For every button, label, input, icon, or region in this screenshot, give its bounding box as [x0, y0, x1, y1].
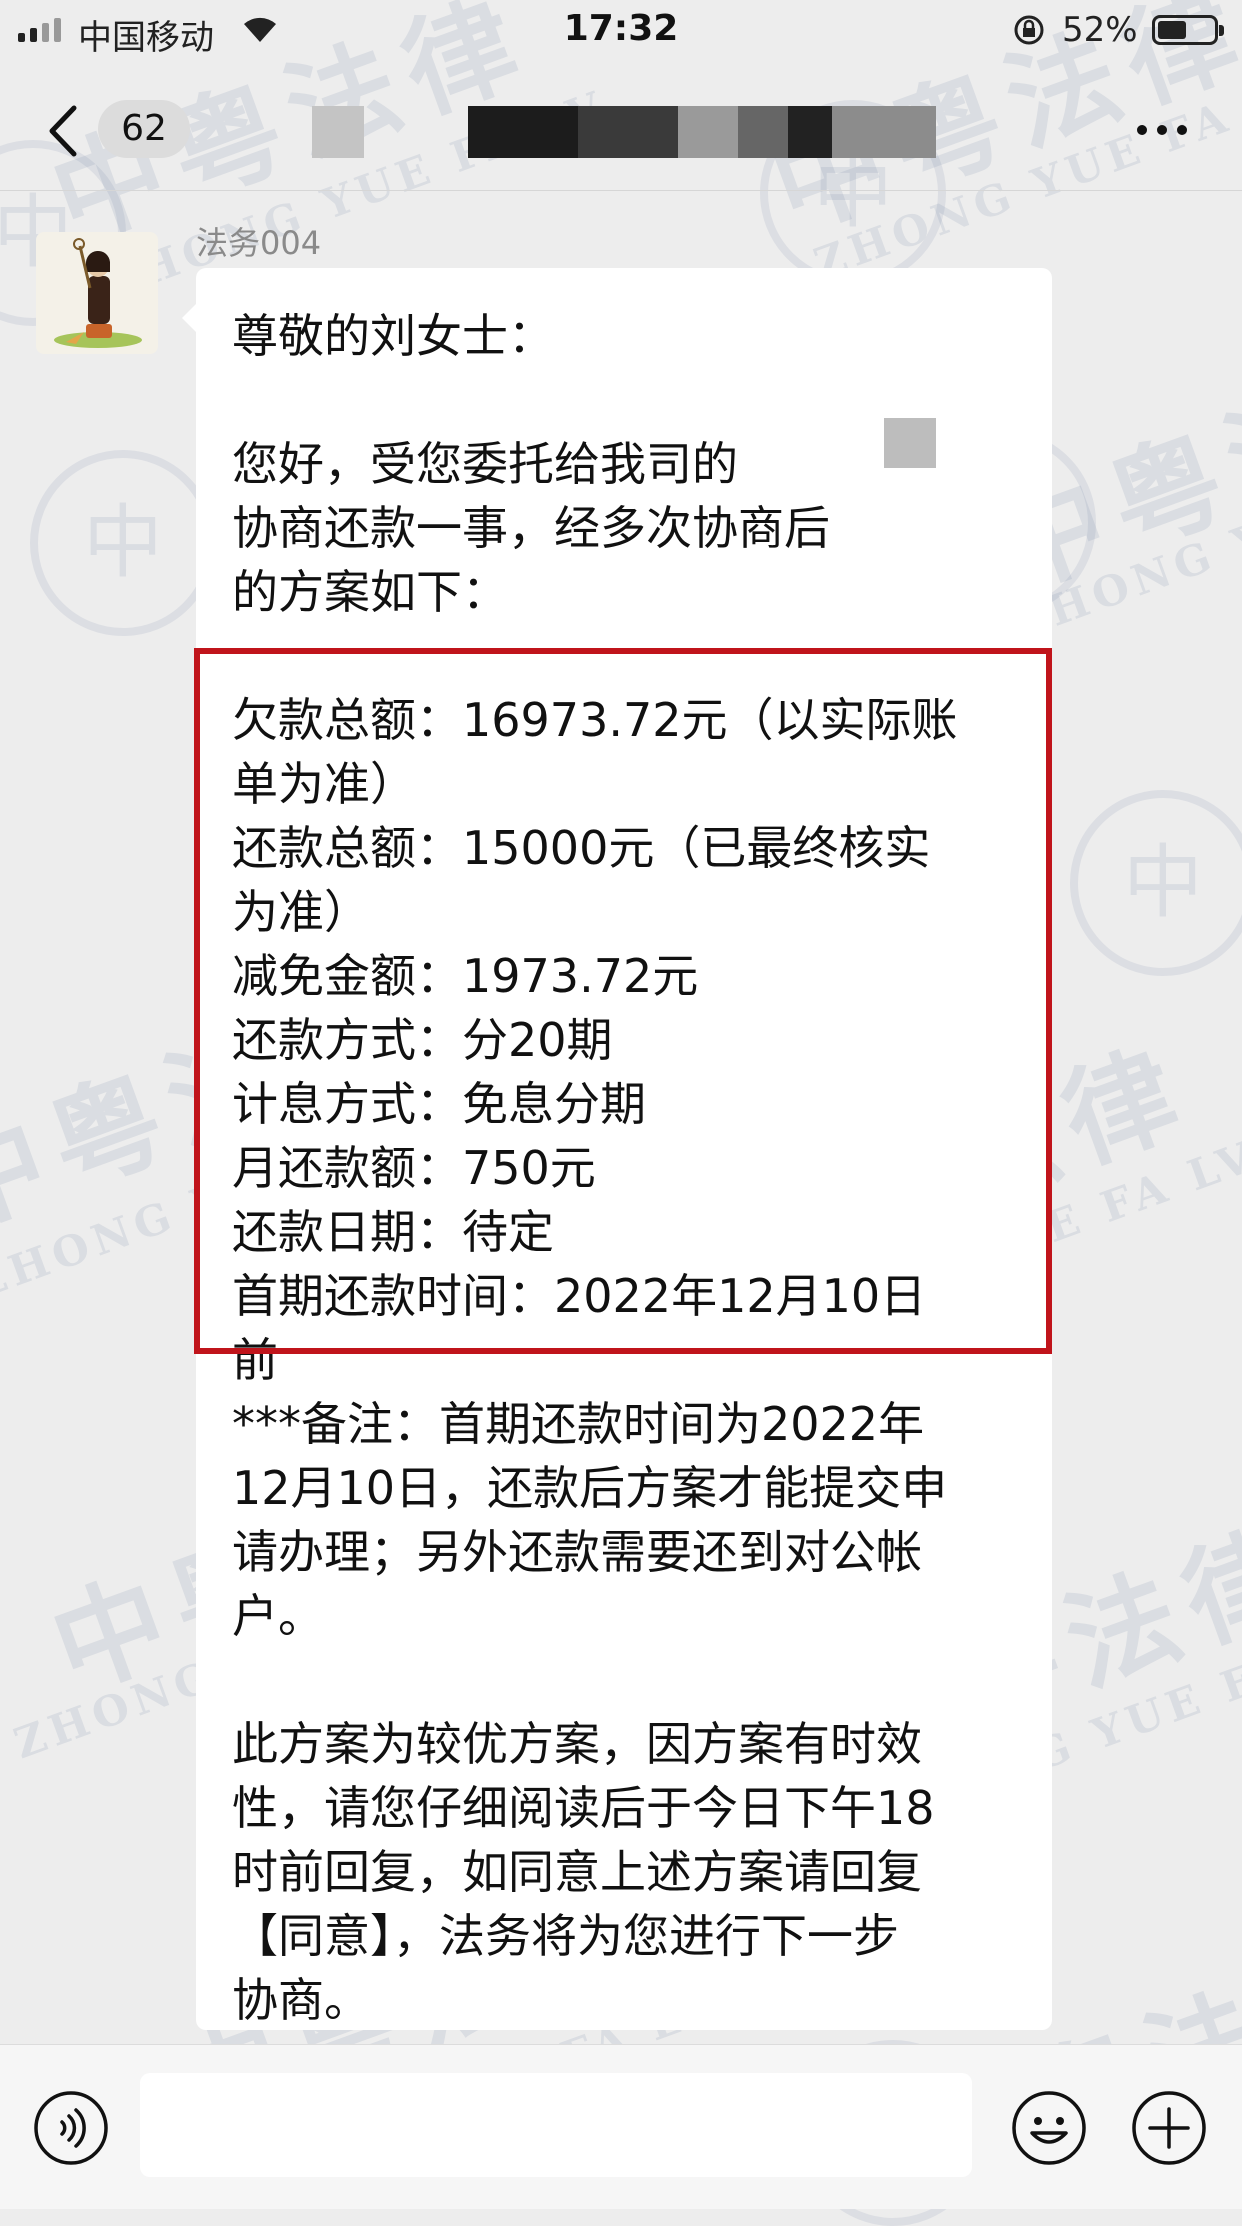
message-line: 您好，受您委托给我司的	[232, 437, 738, 491]
message-line: 还款总额：15000元（已最终核实	[232, 821, 931, 875]
message-line: 还款方式：分20期	[232, 1013, 613, 1067]
message-line: 前	[232, 1333, 278, 1387]
message-line: 欠款总额：16973.72元（以实际账	[232, 693, 958, 747]
message-line: 首期还款时间：2022年12月10日	[232, 1269, 927, 1323]
message-line: 为准）	[232, 885, 370, 939]
battery-percent: 52%	[1062, 10, 1138, 50]
plus-icon[interactable]	[1130, 2089, 1208, 2167]
message-bubble[interactable]: 尊敬的刘女士： 您好，受您委托给我司的 协商还款一事，经多次协商后 的方案如下： 欠款…	[182, 268, 1052, 2030]
chat-header: 62	[0, 62, 1242, 191]
message-line: 的方案如下：	[232, 565, 508, 619]
watermark-seal	[30, 450, 216, 636]
message-line: 时前回复，如同意上述方案请回复	[232, 1845, 922, 1899]
voice-icon[interactable]	[32, 2089, 110, 2167]
avatar-illustration	[54, 238, 142, 348]
message-line: 性，请您仔细阅读后于今日下午18	[232, 1781, 935, 1835]
emoji-icon[interactable]	[1010, 2089, 1088, 2167]
unread-count-badge[interactable]: 62	[98, 100, 190, 158]
redacted-company-name	[884, 418, 936, 468]
message-line: 12月10日，还款后方案才能提交申	[232, 1461, 948, 1515]
message-line: 【同意】，法务将为您进行下一步	[232, 1909, 899, 1963]
sender-name: 法务004	[196, 224, 322, 262]
back-chevron-icon[interactable]	[44, 104, 80, 158]
rotation-lock-icon	[1014, 15, 1044, 45]
message-line: 请办理；另外还款需要还到对公帐	[232, 1525, 922, 1579]
message-line: 尊敬的刘女士：	[232, 309, 554, 363]
message-line: 户。	[232, 1589, 324, 1643]
message-line: ***备注：首期还款时间为2022年	[232, 1397, 925, 1451]
battery-icon	[1152, 15, 1224, 45]
more-icon[interactable]	[1132, 120, 1192, 140]
message-line: 协商还款一事，经多次协商后	[232, 501, 830, 555]
message-line: 还款日期：待定	[232, 1205, 554, 1259]
message-line: 减免金额：1973.72元	[232, 949, 699, 1003]
message-line: 协商。	[232, 1973, 370, 2027]
message-line: 单为准）	[232, 757, 416, 811]
input-bar	[0, 2044, 1242, 2209]
message-line: 月还款额：750元	[232, 1141, 596, 1195]
status-bar: 中国移动 17:32 52%	[0, 0, 1242, 62]
avatar[interactable]	[36, 232, 158, 354]
status-time: 17:32	[563, 8, 679, 49]
message-line: 此方案为较优方案，因方案有时效	[232, 1717, 922, 1771]
watermark-seal	[1070, 790, 1242, 976]
message-input[interactable]	[140, 2073, 972, 2177]
message-line: 计息方式：免息分期	[232, 1077, 646, 1131]
